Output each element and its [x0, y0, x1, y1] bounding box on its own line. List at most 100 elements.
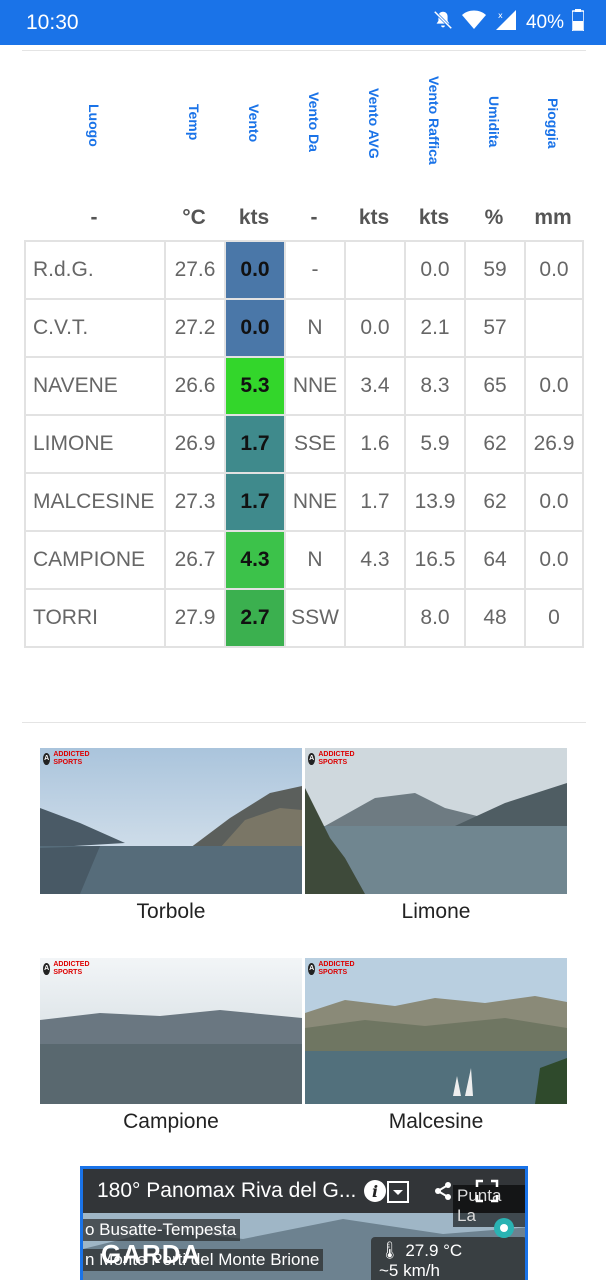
cell-pioggia: 0 — [524, 588, 584, 648]
status-icons: x 40% — [432, 9, 585, 36]
cell-vento: 0.0 — [224, 298, 286, 358]
unit-vento-da: - — [310, 206, 318, 229]
cell-raffica: 16.5 — [404, 530, 466, 590]
signal-icon: x — [494, 9, 516, 36]
fullscreen-icon[interactable] — [475, 1179, 499, 1208]
header-luogo[interactable]: Luogo — [24, 60, 164, 210]
status-time: 10:30 — [26, 11, 79, 34]
cell-temp: 27.3 — [164, 472, 226, 532]
cell-umidita: 59 — [464, 240, 526, 300]
webcam-image-limone[interactable] — [305, 748, 567, 894]
unit-vento-avg: kts — [358, 206, 390, 229]
unit-umidita: % — [484, 206, 504, 229]
top-divider — [22, 50, 586, 51]
share-icon[interactable] — [433, 1181, 453, 1206]
cell-pioggia: 0.0 — [524, 472, 584, 532]
webcam-label-campione[interactable]: Campione — [40, 1110, 302, 1134]
cell-vento: 2.7 — [224, 588, 286, 648]
unit-luogo: - — [90, 206, 98, 229]
unit-pioggia: mm — [534, 206, 572, 229]
middle-divider — [22, 722, 586, 723]
table-headers: Luogo Temp Vento Vento Da Vento AVG Vent… — [0, 60, 606, 210]
panorama-overlay-1: o Busatte-Tempesta — [83, 1219, 241, 1241]
header-temp[interactable]: Temp — [164, 60, 224, 210]
cell-umidita: 62 — [464, 414, 526, 474]
cell-da: N — [284, 298, 346, 358]
cell-temp: 26.6 — [164, 356, 226, 416]
cell-temp: 27.9 — [164, 588, 226, 648]
cell-vento: 4.3 — [224, 530, 286, 590]
cell-da: NNE — [284, 356, 346, 416]
cell-avg: 0.0 — [344, 298, 406, 358]
cell-luogo[interactable]: TORRI — [24, 588, 166, 648]
cell-luogo[interactable]: MALCESINE — [24, 472, 166, 532]
cell-pioggia: 0.0 — [524, 530, 584, 590]
cell-vento: 1.7 — [224, 472, 286, 532]
unit-vento-raffica: kts — [418, 206, 450, 229]
cell-temp: 27.6 — [164, 240, 226, 300]
cell-vento: 1.7 — [224, 414, 286, 474]
webcam-label-torbole[interactable]: Torbole — [40, 900, 302, 924]
weather-table: R.d.G. 27.6 0.0-0.0 59 0.0 C.V.T. 27.2 0.0 N 0.0 2… — [24, 240, 584, 648]
cell-luogo[interactable]: NAVENE — [24, 356, 166, 416]
header-umidita[interactable]: Umidita — [464, 60, 524, 210]
header-vento-raffica[interactable]: Vento Raffica — [404, 60, 464, 210]
cell-luogo[interactable]: LIMONE — [24, 414, 166, 474]
panorama-embed[interactable]: 180° Panomax Riva del G... i Punta La o … — [80, 1166, 528, 1280]
panorama-title[interactable]: 180° Panomax Riva del G... — [97, 1179, 356, 1203]
header-vento-da[interactable]: Vento Da — [284, 60, 344, 210]
webcam-label-malcesine[interactable]: Malcesine — [305, 1110, 567, 1134]
cell-da: NNE — [284, 472, 346, 532]
unit-vento: kts — [238, 206, 270, 229]
cell-raffica: 8.3 — [404, 356, 466, 416]
webcam-image-malcesine[interactable] — [305, 958, 567, 1104]
info-icon[interactable]: i — [363, 1179, 387, 1208]
table-row: R.d.G. 27.6 0.0-0.0 59 0.0 — [24, 240, 584, 300]
panorama-temperature: 27.9 °C — [405, 1241, 463, 1260]
cell-raffica: 2.1 — [404, 298, 466, 358]
cell-temp: 27.2 — [164, 298, 226, 358]
webcam-image-torbole[interactable] — [40, 748, 302, 894]
cell-avg: 4.3 — [344, 530, 406, 590]
table-row: NAVENE 26.6 5.3 NNE 3.4 8.3 65 0.0 — [24, 356, 584, 416]
header-vento-avg[interactable]: Vento AVG — [344, 60, 404, 210]
cell-luogo[interactable]: CAMPIONE — [24, 530, 166, 590]
cell-umidita: 62 — [464, 472, 526, 532]
cell-temp: 26.7 — [164, 530, 226, 590]
cell-pioggia — [524, 298, 584, 358]
cell-da: N — [284, 530, 346, 590]
battery-icon — [571, 9, 585, 36]
webcam-label-limone[interactable]: Limone — [305, 900, 567, 924]
status-bar: 10:30 x 40% — [0, 0, 606, 45]
webcam-logo: A ADDICTED SPORTS — [308, 751, 355, 766]
dropdown-icon[interactable] — [387, 1181, 409, 1208]
compass-icon[interactable] — [493, 1217, 515, 1244]
svg-text:i: i — [372, 1182, 378, 1201]
table-row: LIMONE 26.9 1.7 SSE 1.6 5.9 62 26.9 — [24, 414, 584, 474]
webcam-image-campione[interactable] — [40, 958, 302, 1104]
cell-avg: 1.6 — [344, 414, 406, 474]
cell-da: SSW — [284, 588, 346, 648]
webcam-logo: A ADDICTED SPORTS — [308, 961, 355, 976]
cell-luogo[interactable]: C.V.T. — [24, 298, 166, 358]
webcam-logo: A ADDICTED SPORTS — [43, 751, 90, 766]
cell-avg: 3.4 — [344, 356, 406, 416]
cell-luogo[interactable]: R.d.G. — [24, 240, 166, 300]
table-row: C.V.T. 27.2 0.0 N 0.0 2.1 57 — [24, 298, 584, 358]
cell-vento: 5.3 — [224, 356, 286, 416]
cell-avg — [344, 240, 406, 300]
header-vento[interactable]: Vento — [224, 60, 284, 210]
cell-pioggia: 26.9 — [524, 414, 584, 474]
table-row: CAMPIONE 26.7 4.3 N 4.3 16.5 64 0.0 — [24, 530, 584, 590]
header-pioggia[interactable]: Pioggia — [524, 60, 582, 210]
garda-logo: GARDA — [101, 1239, 202, 1269]
table-row: MALCESINE 27.3 1.7 NNE 1.7 13.9 62 0.0 — [24, 472, 584, 532]
unit-temp: °C — [182, 206, 206, 229]
cell-avg: 1.7 — [344, 472, 406, 532]
notifications-off-icon — [432, 9, 454, 36]
units-row: - °C kts - kts kts % mm — [0, 206, 606, 236]
panorama-wind: ~5 km/h — [379, 1261, 440, 1280]
wifi-icon — [461, 10, 486, 35]
cell-vento: 0.0 — [224, 240, 286, 300]
cell-pioggia: 0.0 — [524, 356, 584, 416]
